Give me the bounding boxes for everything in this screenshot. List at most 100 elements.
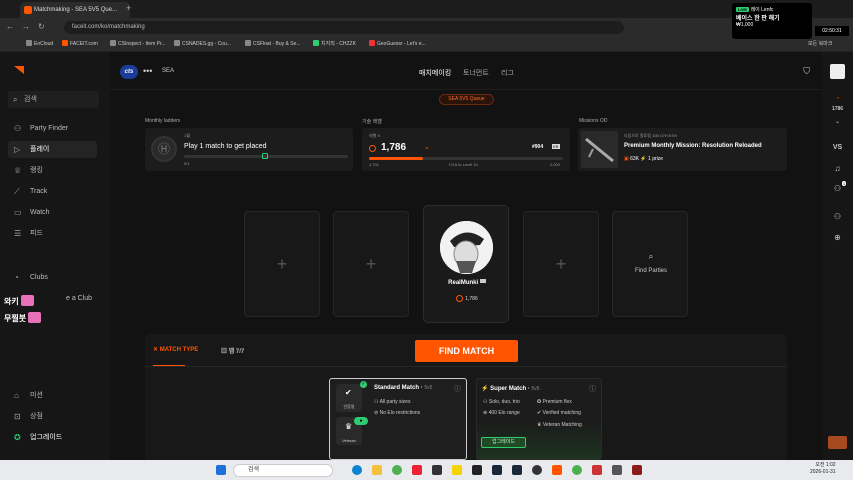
faceit-icon[interactable] — [552, 465, 562, 475]
country-flag: KR — [552, 144, 560, 149]
app-icon[interactable] — [532, 465, 542, 475]
chrome-icon[interactable] — [392, 465, 402, 475]
app-icon[interactable] — [472, 465, 482, 475]
monthly-ladders-card[interactable]: Ⓗ 1월 Play 1 match to get placed 0/1 — [145, 128, 353, 171]
sidebar-item-ranking[interactable]: ♕ 랭킹 — [8, 162, 97, 179]
skill-level-icon — [369, 145, 376, 152]
explorer-icon[interactable] — [372, 465, 382, 475]
app-icon[interactable] — [632, 465, 642, 475]
mission-rifle-image — [581, 131, 618, 168]
sidebar-item-track[interactable]: ⟋ Track — [8, 183, 97, 200]
party-icon[interactable]: ⚇ — [822, 184, 853, 193]
bookmark[interactable]: GeoGuessr - Let's e... — [369, 40, 426, 47]
bookmark[interactable]: CSInspect - Item Pr... — [110, 40, 166, 47]
lightning-icon: ⚡ — [481, 386, 489, 392]
bell-icon[interactable]: ♫ — [822, 164, 853, 173]
match-type-icon: ✕ — [153, 347, 159, 353]
tab-tournaments[interactable]: 토너먼트 — [463, 68, 489, 78]
standard-match-title: Standard Match · 5v5 — [374, 385, 433, 391]
reload-icon[interactable]: ↻ — [38, 22, 45, 31]
more-options-icon[interactable]: ••• — [143, 66, 152, 76]
upgrade-button[interactable]: 업그레이드 — [481, 437, 526, 448]
right-sidebar: ◔ 1786 ⌄ VS ♫ ⚇ 1 ⚇ ⊕ — [822, 52, 853, 460]
windows-start-icon[interactable] — [216, 465, 226, 475]
tab-matchmaking[interactable]: 매치메이킹 — [419, 68, 451, 78]
edge-icon[interactable] — [352, 465, 362, 475]
sidebar-item-play[interactable]: ▷ 플레이 — [8, 141, 97, 158]
kakaotalk-icon[interactable] — [452, 465, 462, 475]
search-icon: ⌕ — [648, 252, 654, 261]
invite-slot-3[interactable]: + — [523, 211, 599, 317]
skill-level-card[interactable]: 레벨 9 1,786 ⌄ #904 KR 1,701 +215 to Level… — [362, 128, 570, 171]
player-card[interactable]: RealMunki 1,786 — [423, 205, 509, 323]
vs-button[interactable]: VS — [822, 144, 853, 151]
anticheat-shield-icon[interactable]: ⛉ — [803, 66, 810, 77]
faceit-logo-icon[interactable] — [14, 66, 24, 74]
chevron-down-icon[interactable]: ⌄ — [822, 118, 853, 125]
app-icon[interactable] — [412, 465, 422, 475]
bookmark[interactable]: 치지직 - CHZZK — [313, 40, 356, 47]
add-icon[interactable]: ⊕ — [822, 233, 853, 242]
super-match-title: ⚡ Super Match · 5v5 — [481, 386, 540, 392]
sidebar-search[interactable]: ⌕ 검색 — [8, 91, 99, 108]
steam-icon[interactable] — [492, 465, 502, 475]
sidebar-item-party-finder[interactable]: ⚇ Party Finder — [8, 120, 97, 137]
check-shield-icon: ✔ — [345, 388, 352, 397]
sidebar-item-label: 피드 — [30, 230, 43, 237]
create-club-label: e a Club — [66, 295, 93, 302]
ladder-month: 1월 — [184, 133, 190, 138]
mission-title: Premium Monthly Mission: Resolution Relo… — [624, 143, 762, 149]
sidebar-item-label: 랭킹 — [30, 167, 43, 174]
sidebar-item-upgrade[interactable]: ✪ 업그레이드 — [8, 429, 97, 446]
stats-panels: Monthly ladders Ⓗ 1월 Play 1 match to get… — [145, 115, 787, 173]
tab-match-type[interactable]: ✕ MATCH TYPE — [153, 346, 198, 353]
stream-overlay-text: 무찔붓 — [4, 312, 42, 324]
app-icon[interactable] — [612, 465, 622, 475]
friends-icon[interactable]: ⚇ — [822, 212, 853, 221]
sidebar-item-clubs[interactable]: ◔ Clubs — [8, 269, 97, 286]
avatar[interactable] — [830, 64, 845, 79]
sidebar-item-feed[interactable]: ☰ 피드 — [8, 225, 97, 242]
find-parties-button[interactable]: ⌕ Find Parties — [612, 211, 688, 317]
invite-slot-1[interactable]: + — [244, 211, 320, 317]
sidebar-item-label: Party Finder — [30, 125, 69, 132]
queue-badge[interactable]: SEA 5V5 Queue — [439, 94, 494, 105]
live-badge: LIVE — [736, 7, 749, 12]
bookmark[interactable]: CSNADES.gg - Cou... — [174, 40, 231, 47]
new-tab-button[interactable]: + — [126, 3, 131, 13]
sidebar-item-watch[interactable]: ▭ Watch — [8, 204, 97, 221]
donation-popup: LIVE 레이 Lenfc 베이스 한 판 해기 ₩1,000 — [732, 3, 812, 39]
steam-icon[interactable] — [512, 465, 522, 475]
find-match-button[interactable]: FIND MATCH — [415, 340, 518, 362]
sidebar-item-label: Watch — [30, 209, 50, 216]
chat-button[interactable] — [828, 436, 847, 449]
url-field[interactable]: faceit.com/ko/matchmaking — [64, 21, 624, 34]
taskbar-search[interactable]: 검색 — [233, 464, 333, 477]
check-icon: ✓ — [360, 381, 367, 388]
browser-tab[interactable]: Matchmaking - SEA 5V5 Que... — [20, 2, 130, 18]
team-logo[interactable]: cts — [120, 65, 138, 79]
bookmark[interactable]: CSFloat - Buy & Se... — [245, 40, 301, 47]
sidebar-item-missions[interactable]: ⌂ 미션 — [8, 387, 97, 404]
tab-league[interactable]: 리그 — [501, 68, 514, 78]
tab-maps[interactable]: ▥ 맵 7/7 — [221, 346, 244, 355]
forward-icon[interactable]: → — [22, 22, 30, 31]
bookmark[interactable]: FACEIT.com — [62, 40, 98, 47]
standard-match-card[interactable]: ✔ 인증됨 ✓ ♛ Veteran ● Standard Match · 5v5 ⓘ… — [329, 378, 467, 460]
feature-item: ✔ Verified matching — [537, 410, 581, 416]
feature-item: ♛ Veteran Matching — [537, 422, 582, 428]
crown-icon: ♛ — [345, 422, 353, 431]
app-icon[interactable] — [592, 465, 602, 475]
back-icon[interactable]: ← — [6, 22, 14, 31]
all-bookmarks[interactable]: 모든 북마크 — [808, 40, 832, 47]
sidebar-item-shop[interactable]: ⊡ 상점 — [8, 408, 97, 425]
info-icon[interactable]: ⓘ — [589, 384, 596, 394]
missions-card[interactable]: 다음으로 종료됨 10D:07H:57M Premium Monthly Mis… — [578, 128, 787, 171]
app-icon[interactable] — [432, 465, 442, 475]
toggle-icon[interactable]: ● — [354, 417, 368, 425]
chrome-icon[interactable] — [572, 465, 582, 475]
invite-slot-2[interactable]: + — [333, 211, 409, 317]
bookmark[interactable]: EnCloud — [26, 40, 53, 47]
info-icon[interactable]: ⓘ — [454, 384, 461, 394]
super-match-card[interactable]: ⚡ Super Match · 5v5 ⓘ ⚇ Solo, duo, trio … — [476, 378, 602, 460]
